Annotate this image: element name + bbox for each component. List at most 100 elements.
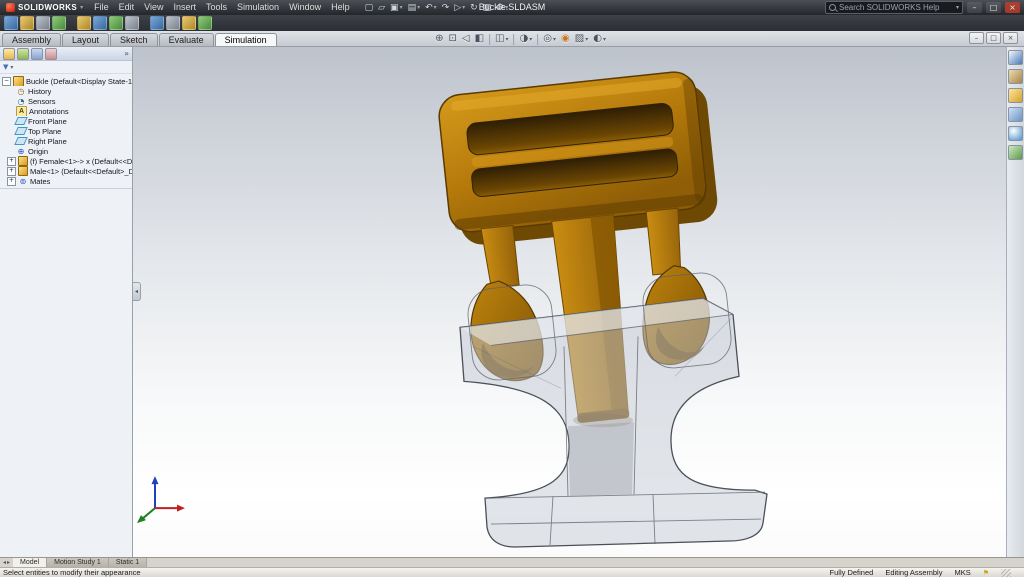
custom-properties-icon[interactable] xyxy=(1008,145,1023,160)
expand-icon[interactable]: + xyxy=(7,177,16,186)
command-icon[interactable] xyxy=(166,16,180,30)
select-icon[interactable]: ▷▾ xyxy=(452,2,467,14)
undo-icon[interactable]: ↶▾ xyxy=(423,2,439,14)
view-settings-caret-icon[interactable]: ▾ xyxy=(603,36,606,43)
menu-view[interactable]: View xyxy=(139,0,168,15)
command-icon[interactable] xyxy=(125,16,139,30)
tab-scroll-buttons[interactable]: ◂ ▸ xyxy=(0,558,13,567)
search-dropdown-icon[interactable]: ▾ xyxy=(956,4,959,11)
collapse-icon[interactable]: − xyxy=(2,77,11,86)
solidworks-resources-icon[interactable] xyxy=(1008,50,1023,65)
tree-item-female-part[interactable]: + (f) Female<1>-> x (Default<<Default> xyxy=(0,156,132,166)
command-icon[interactable] xyxy=(109,16,123,30)
save-icon[interactable]: ▣▾ xyxy=(388,2,405,14)
section-view-icon[interactable]: ◧ xyxy=(475,33,484,45)
configurationmanager-tab-icon[interactable] xyxy=(31,48,43,60)
tree-item-male-part[interactable]: + Male<1> (Default<<Default>_Display S xyxy=(0,166,132,176)
command-icon[interactable] xyxy=(36,16,50,30)
tree-item-root[interactable]: − Buckle (Default<Display State-1>) xyxy=(0,76,132,86)
display-style-caret-icon[interactable]: ▾ xyxy=(529,36,532,43)
buckle-model[interactable] xyxy=(133,47,1006,557)
maximize-button[interactable]: □ xyxy=(986,2,1001,13)
menu-help[interactable]: Help xyxy=(326,0,355,15)
menu-insert[interactable]: Insert xyxy=(169,0,202,15)
command-icon[interactable] xyxy=(93,16,107,30)
view-palette-icon[interactable] xyxy=(1008,107,1023,122)
select-caret-icon[interactable]: ▾ xyxy=(462,4,465,11)
panel-collapse-handle[interactable]: ◂ xyxy=(133,282,141,301)
graphics-area[interactable]: ◂ xyxy=(133,47,1006,557)
tab-sketch[interactable]: Sketch xyxy=(110,33,158,46)
command-icon[interactable] xyxy=(77,16,91,30)
tree-item-mates[interactable]: + ⊚ Mates xyxy=(0,176,132,186)
tag-icon[interactable]: ⚑ xyxy=(983,569,989,577)
zoom-area-icon[interactable]: ⊡ xyxy=(449,33,457,45)
appearances-scenes-icon[interactable] xyxy=(1008,126,1023,141)
tab-motion-study-1[interactable]: Motion Study 1 xyxy=(47,558,109,567)
menu-window[interactable]: Window xyxy=(284,0,326,15)
tree-item-annotations[interactable]: A Annotations xyxy=(0,106,132,116)
expand-icon[interactable]: + xyxy=(7,167,16,176)
minimize-button[interactable]: – xyxy=(967,2,982,13)
view-settings-icon[interactable]: ◐▾ xyxy=(593,33,606,45)
view-orientation-icon[interactable]: ◫▾ xyxy=(495,33,508,45)
tree-item-sensors[interactable]: ◔ Sensors xyxy=(0,96,132,106)
command-icon[interactable] xyxy=(182,16,196,30)
new-document-icon[interactable]: ▢ xyxy=(363,2,376,14)
edit-appearance-icon[interactable]: ◉ xyxy=(561,33,570,45)
search-input[interactable]: Search SOLIDWORKS Help ▾ xyxy=(825,1,963,14)
undo-caret-icon[interactable]: ▾ xyxy=(434,4,437,11)
command-icon[interactable] xyxy=(198,16,212,30)
command-icon[interactable] xyxy=(52,16,66,30)
resize-grip[interactable] xyxy=(1001,569,1011,577)
view-orientation-caret-icon[interactable]: ▾ xyxy=(506,36,509,43)
print-caret-icon[interactable]: ▾ xyxy=(417,4,420,11)
tab-assembly[interactable]: Assembly xyxy=(2,33,61,46)
command-icon[interactable] xyxy=(4,16,18,30)
displaymanager-tab-icon[interactable] xyxy=(45,48,57,60)
redo-icon[interactable]: ↷ xyxy=(440,2,452,14)
tree-item-right-plane[interactable]: Right Plane xyxy=(0,136,132,146)
logo-chevron-down-icon[interactable]: ▾ xyxy=(80,4,83,11)
doc-close-button[interactable]: × xyxy=(1003,32,1018,44)
hide-show-items-icon[interactable]: ◎▾ xyxy=(543,33,556,45)
filter-caret-icon[interactable]: ▾ xyxy=(10,64,13,71)
tab-evaluate[interactable]: Evaluate xyxy=(159,33,214,46)
featuremanager-tree-tab-icon[interactable] xyxy=(3,48,15,60)
propertymanager-tab-icon[interactable] xyxy=(17,48,29,60)
tab-scroll-right-icon[interactable]: ▸ xyxy=(7,559,10,566)
tab-scroll-left-icon[interactable]: ◂ xyxy=(3,559,6,566)
close-button[interactable]: × xyxy=(1005,2,1020,13)
menu-file[interactable]: File xyxy=(89,0,114,15)
tree-item-origin[interactable]: ⊕ Origin xyxy=(0,146,132,156)
tree-item-history[interactable]: ◷ History xyxy=(0,86,132,96)
doc-restore-button[interactable]: □ xyxy=(986,32,1001,44)
save-caret-icon[interactable]: ▾ xyxy=(400,4,403,11)
tab-model[interactable]: Model xyxy=(13,558,47,567)
print-icon[interactable]: ▤▾ xyxy=(406,2,423,14)
tab-layout[interactable]: Layout xyxy=(62,33,109,46)
zoom-fit-icon[interactable]: ⊕ xyxy=(435,33,443,45)
command-icon[interactable] xyxy=(150,16,164,30)
apply-scene-icon[interactable]: ▨▾ xyxy=(575,33,588,45)
apply-scene-caret-icon[interactable]: ▾ xyxy=(585,36,588,43)
file-explorer-icon[interactable] xyxy=(1008,88,1023,103)
filter-icon[interactable]: ▼ xyxy=(3,63,8,71)
command-icon[interactable] xyxy=(20,16,34,30)
open-document-icon[interactable]: ▱ xyxy=(376,2,387,14)
menu-tools[interactable]: Tools xyxy=(201,0,232,15)
expand-icon[interactable]: + xyxy=(7,157,16,166)
chevron-right-icon[interactable]: » xyxy=(124,49,129,58)
display-style-icon[interactable]: ◑▾ xyxy=(520,33,533,45)
design-library-icon[interactable] xyxy=(1008,69,1023,84)
hide-show-caret-icon[interactable]: ▾ xyxy=(553,36,556,43)
doc-minimize-button[interactable]: – xyxy=(969,32,984,44)
status-units[interactable]: MKS xyxy=(954,568,970,577)
tree-item-front-plane[interactable]: Front Plane xyxy=(0,116,132,126)
previous-view-icon[interactable]: ◁ xyxy=(462,33,470,45)
tree-item-top-plane[interactable]: Top Plane xyxy=(0,126,132,136)
tab-static-1[interactable]: Static 1 xyxy=(109,558,147,567)
tab-simulation[interactable]: Simulation xyxy=(215,33,277,46)
menu-simulation[interactable]: Simulation xyxy=(232,0,284,15)
menu-edit[interactable]: Edit xyxy=(114,0,140,15)
